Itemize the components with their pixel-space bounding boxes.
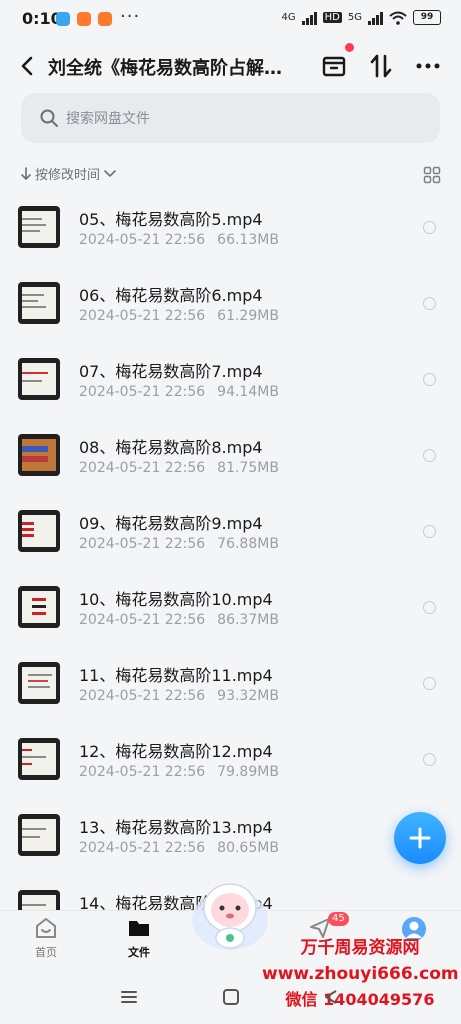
video-thumbnail — [18, 282, 60, 324]
file-row[interactable]: 10、梅花易数高阶10.mp4 2024-05-21 22:56 86.37MB — [0, 570, 461, 646]
status-bar: 0:10 ··· 4G HD 5G 99 — [0, 0, 461, 38]
file-name: 11、梅花易数高阶11.mp4 — [79, 666, 273, 685]
select-radio[interactable] — [423, 449, 436, 462]
app-notification-icon — [56, 12, 70, 26]
back-arrow-icon[interactable] — [18, 53, 38, 79]
file-row[interactable]: 06、梅花易数高阶6.mp4 2024-05-21 22:56 61.29MB — [0, 266, 461, 342]
file-meta: 2024-05-21 22:56 81.75MB — [79, 460, 279, 476]
nav-home[interactable]: 首页 — [16, 916, 76, 960]
select-radio[interactable] — [423, 373, 436, 386]
file-meta: 2024-05-21 22:56 80.65MB — [79, 840, 279, 856]
select-radio[interactable] — [423, 525, 436, 538]
file-name: 06、梅花易数高阶6.mp4 — [79, 286, 263, 305]
file-name: 08、梅花易数高阶8.mp4 — [79, 438, 263, 457]
file-meta: 2024-05-21 22:56 79.89MB — [79, 764, 279, 780]
select-radio[interactable] — [423, 753, 436, 766]
network-label: 5G — [347, 12, 362, 23]
file-meta: 2024-05-21 22:56 94.14MB — [79, 384, 279, 400]
file-name: 12、梅花易数高阶12.mp4 — [79, 742, 273, 761]
video-thumbnail — [18, 510, 60, 552]
share-badge: 45 — [328, 912, 349, 926]
file-meta: 2024-05-21 22:56 86.37MB — [79, 612, 279, 628]
video-thumbnail — [18, 434, 60, 476]
grid-view-icon[interactable] — [423, 166, 441, 184]
home-icon — [36, 918, 56, 938]
file-meta: 2024-05-21 22:56 93.32MB — [79, 688, 279, 704]
archive-box-icon[interactable] — [320, 52, 348, 80]
folder-icon — [129, 921, 149, 936]
menu-icon[interactable] — [120, 988, 138, 1006]
add-button[interactable] — [394, 812, 446, 864]
network-label: 4G — [281, 12, 296, 23]
select-radio[interactable] — [423, 221, 436, 234]
file-name: 13、梅花易数高阶13.mp4 — [79, 818, 273, 837]
app-notification-icon — [98, 12, 112, 26]
sort-by-modified-button[interactable]: 按修改时间 — [20, 164, 117, 183]
folder-title: 刘全统《梅花易数高阶占解… — [48, 58, 282, 79]
chevron-down-icon — [104, 169, 116, 177]
file-row[interactable]: 07、梅花易数高阶7.mp4 2024-05-21 22:56 94.14MB — [0, 342, 461, 418]
file-row[interactable]: 08、梅花易数高阶8.mp4 2024-05-21 22:56 81.75MB — [0, 418, 461, 494]
wifi-icon — [389, 11, 407, 25]
file-name: 10、梅花易数高阶10.mp4 — [79, 590, 273, 609]
file-meta: 2024-05-21 22:56 61.29MB — [79, 308, 279, 324]
search-placeholder: 搜索网盘文件 — [66, 111, 150, 127]
file-meta: 2024-05-21 22:56 66.13MB — [79, 232, 279, 248]
nav-files[interactable]: 文件 — [109, 916, 169, 960]
more-notifications-icon: ··· — [120, 6, 141, 27]
file-row[interactable]: 05、梅花易数高阶5.mp4 2024-05-21 22:56 66.13MB — [0, 190, 461, 266]
video-thumbnail — [18, 206, 60, 248]
sort-updown-icon[interactable] — [367, 52, 395, 80]
select-radio[interactable] — [423, 297, 436, 310]
video-thumbnail — [18, 662, 60, 704]
video-thumbnail — [18, 358, 60, 400]
video-thumbnail — [18, 586, 60, 628]
notification-dot — [345, 43, 354, 52]
app-notification-icon — [77, 12, 91, 26]
battery-icon: 99 — [413, 10, 441, 25]
video-thumbnail — [18, 814, 60, 856]
home-square-icon[interactable] — [222, 988, 240, 1006]
file-row[interactable]: 13、梅花易数高阶13.mp4 2024-05-21 22:56 80.65MB — [0, 798, 461, 874]
select-radio[interactable] — [423, 677, 436, 690]
file-row[interactable]: 09、梅花易数高阶9.mp4 2024-05-21 22:56 76.88MB — [0, 494, 461, 570]
video-thumbnail — [18, 890, 60, 910]
file-name: 05、梅花易数高阶5.mp4 — [79, 210, 263, 229]
file-list: 05、梅花易数高阶5.mp4 2024-05-21 22:56 66.13MB 0… — [0, 190, 461, 910]
file-name: 09、梅花易数高阶9.mp4 — [79, 514, 263, 533]
select-radio[interactable] — [423, 601, 436, 614]
top-bar: 刘全统《梅花易数高阶占解… — [0, 40, 461, 92]
astronaut-mascot-icon[interactable] — [190, 872, 270, 954]
file-row[interactable]: 12、梅花易数高阶12.mp4 2024-05-21 22:56 79.89MB — [0, 722, 461, 798]
file-row[interactable]: 11、梅花易数高阶11.mp4 2024-05-21 22:56 93.32MB — [0, 646, 461, 722]
file-name: 07、梅花易数高阶7.mp4 — [79, 362, 263, 381]
sort-bar: 按修改时间 — [20, 164, 441, 186]
hd-label: HD — [322, 12, 342, 23]
signal-icon — [368, 11, 383, 25]
system-nav-bar — [0, 974, 461, 1024]
nav-home-label: 首页 — [35, 946, 57, 959]
plus-icon — [409, 827, 431, 849]
file-meta: 2024-05-21 22:56 76.88MB — [79, 536, 279, 552]
search-icon — [40, 109, 58, 127]
sort-label: 按修改时间 — [35, 168, 101, 183]
signal-icon — [301, 11, 317, 25]
arrow-down-icon — [21, 166, 31, 180]
video-thumbnail — [18, 738, 60, 780]
more-dots-icon[interactable] — [414, 52, 442, 80]
back-triangle-icon[interactable] — [322, 988, 340, 1006]
nav-files-label: 文件 — [128, 946, 150, 959]
search-input[interactable]: 搜索网盘文件 — [21, 93, 440, 143]
watermark-line: 万千周易资源网 — [300, 938, 420, 958]
